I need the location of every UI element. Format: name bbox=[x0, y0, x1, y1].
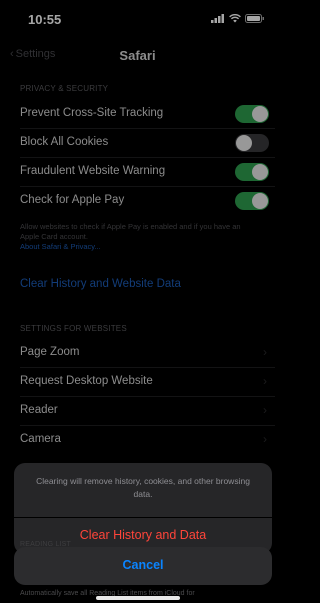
cancel-label: Cancel bbox=[122, 558, 164, 572]
cancel-button[interactable]: Cancel bbox=[14, 547, 272, 585]
section-header-reading-list: READING LIST bbox=[20, 541, 72, 548]
home-indicator bbox=[96, 596, 180, 600]
action-sheet-message-text: Clearing will remove history, cookies, a… bbox=[36, 476, 250, 499]
action-sheet-message: Clearing will remove history, cookies, a… bbox=[14, 463, 272, 517]
clear-history-and-data-label: Clear History and Data bbox=[79, 528, 207, 542]
